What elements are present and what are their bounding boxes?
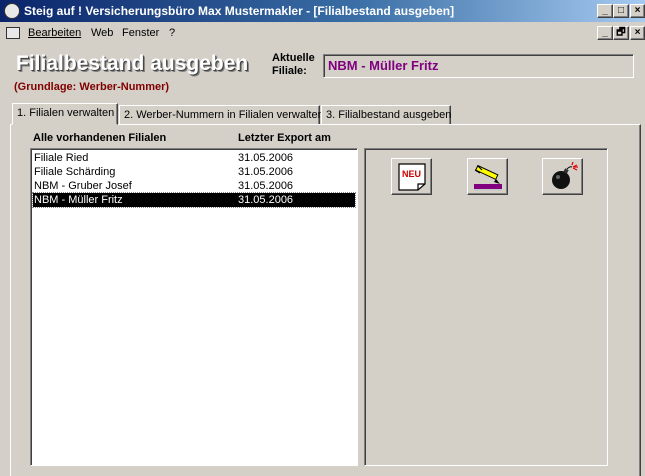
current-branch-field: NBM - Müller Fritz	[323, 54, 634, 78]
tab-filialbestand-ausgeben[interactable]: 3. Filialbestand ausgeben	[321, 105, 451, 125]
page-subtitle: (Grundlage: Werber-Nummer)	[14, 81, 170, 93]
new-branch-button[interactable]: NEU	[391, 158, 432, 195]
tab-werber-nummern[interactable]: 2. Werber-Nummern in Filialen verwalten	[119, 105, 324, 125]
current-branch-label: Aktuelle Filiale:	[272, 52, 315, 77]
new-document-icon: NEU	[398, 163, 426, 191]
export-date: 31.05.2006	[238, 152, 294, 164]
tab-filialen-verwalten[interactable]: 1. Filialen verwalten	[12, 103, 118, 125]
close-button[interactable]: ×	[630, 4, 645, 18]
list-item-selected[interactable]: NBM - Müller Fritz 31.05.2006	[32, 192, 356, 208]
menu-bar: Bearbeiten Web Fenster ? _ 🗗 ×	[0, 24, 645, 44]
export-date: 31.05.2006	[238, 194, 294, 206]
title-bar[interactable]: Steig auf ! Versicherungsbüro Max Muster…	[0, 0, 645, 22]
branch-name: Filiale Ried	[34, 152, 89, 164]
menu-web[interactable]: Web	[91, 27, 113, 39]
menu-help[interactable]: ?	[169, 27, 175, 39]
app-icon[interactable]	[4, 3, 20, 19]
doc-close-button[interactable]: ×	[630, 26, 645, 40]
delete-branch-button[interactable]	[542, 158, 583, 195]
doc-restore-button[interactable]: 🗗	[613, 26, 629, 40]
column-header-last-export: Letzter Export am	[238, 132, 331, 144]
branch-name: NBM - Müller Fritz	[34, 194, 123, 206]
maximize-button[interactable]: □	[613, 4, 629, 18]
list-item[interactable]: Filiale Schärding 31.05.2006	[33, 165, 355, 179]
edit-pencil-icon	[474, 164, 502, 191]
svg-text:NEU: NEU	[402, 169, 421, 179]
menu-bearbeiten[interactable]: Bearbeiten	[28, 27, 81, 39]
export-date: 31.05.2006	[238, 180, 294, 192]
branch-name: NBM - Gruber Josef	[34, 180, 132, 192]
branch-list[interactable]: Filiale Ried 31.05.2006 Filiale Schärdin…	[30, 148, 358, 466]
page-title: Filialbestand ausgeben	[16, 52, 249, 75]
document-icon[interactable]	[6, 27, 20, 39]
edit-branch-button[interactable]	[467, 158, 508, 195]
minimize-button[interactable]: _	[597, 4, 613, 18]
list-item[interactable]: Filiale Ried 31.05.2006	[33, 151, 355, 165]
action-panel	[364, 148, 608, 466]
list-item[interactable]: NBM - Gruber Josef 31.05.2006	[33, 179, 355, 193]
menu-fenster[interactable]: Fenster	[122, 27, 159, 39]
window-title: Steig auf ! Versicherungsbüro Max Muster…	[24, 4, 455, 18]
export-date: 31.05.2006	[238, 166, 294, 178]
branch-name: Filiale Schärding	[34, 166, 116, 178]
bomb-icon	[552, 162, 578, 189]
column-header-branches: Alle vorhandenen Filialen	[33, 132, 167, 144]
doc-minimize-button[interactable]: _	[597, 26, 613, 40]
